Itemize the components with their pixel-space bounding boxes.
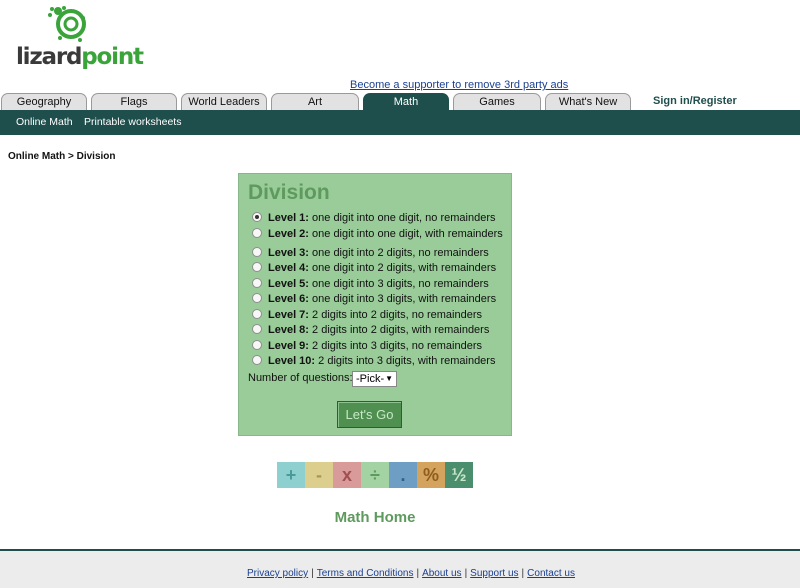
level-radio[interactable] — [252, 228, 262, 238]
footer-separator: | — [464, 568, 468, 579]
main-tabs: Geography Flags World Leaders Art Math G… — [0, 92, 800, 111]
terms-link[interactable]: Terms and Conditions — [317, 568, 414, 579]
level-description: one digit into 3 digits, with remainders — [312, 293, 497, 305]
level-radio[interactable] — [252, 340, 262, 350]
level-radio[interactable] — [252, 278, 262, 288]
addition-button[interactable]: + — [277, 462, 305, 488]
division-options-panel: Division Level 1: one digit into one dig… — [238, 173, 512, 436]
level-option[interactable]: Level 2: one digit into one digit, with … — [252, 227, 503, 241]
footer-links: Privacy policy | Terms and Conditions | Abou… — [247, 568, 575, 579]
supporter-link[interactable]: Become a supporter to remove 3rd party a… — [350, 79, 568, 91]
level-option[interactable]: Level 5: one digit into 3 digits, no rem… — [252, 277, 489, 291]
level-description: 2 digits into 3 digits, no remainders — [312, 340, 483, 352]
decimals-button[interactable]: . — [389, 462, 417, 488]
level-description: 2 digits into 2 digits, no remainders — [312, 309, 483, 321]
footer-separator: | — [311, 568, 314, 579]
level-radio[interactable] — [252, 293, 262, 303]
logo-text-point: point — [81, 44, 144, 70]
level-option[interactable]: Level 10: 2 digits into 3 digits, with r… — [252, 354, 495, 368]
privacy-policy-link[interactable]: Privacy policy — [247, 568, 308, 579]
level-name: Level 10: — [268, 355, 316, 367]
math-home-link[interactable]: Math Home — [0, 509, 750, 526]
num-questions-select[interactable]: -Pick- ▼ — [352, 371, 397, 387]
level-description: 2 digits into 3 digits, with remainders — [318, 355, 496, 367]
select-value: -Pick- — [356, 373, 385, 385]
subnav-online-math[interactable]: Online Math — [16, 116, 73, 128]
level-option[interactable]: Level 7: 2 digits into 2 digits, no rema… — [252, 308, 482, 322]
footer-separator: | — [521, 568, 525, 579]
operation-selector: + - x ÷ . % ½ — [277, 462, 473, 488]
level-name: Level 1: — [268, 212, 309, 224]
level-option[interactable]: Level 8: 2 digits into 2 digits, with re… — [252, 323, 489, 337]
level-description: 2 digits into 2 digits, with remainders — [312, 324, 490, 336]
level-name: Level 7: — [268, 309, 309, 321]
level-name: Level 5: — [268, 278, 309, 290]
subtraction-button[interactable]: - — [305, 462, 333, 488]
division-button[interactable]: ÷ — [361, 462, 389, 488]
level-name: Level 4: — [268, 262, 309, 274]
level-option[interactable]: Level 6: one digit into 3 digits, with r… — [252, 292, 496, 306]
support-us-link[interactable]: Support us — [470, 568, 518, 579]
chevron-down-icon: ▼ — [385, 374, 393, 383]
level-description: one digit into one digit, no remainders — [312, 212, 496, 224]
panel-title: Division — [248, 181, 330, 204]
math-subnav: Online Math Printable worksheets — [0, 110, 800, 135]
footer-separator: | — [416, 568, 420, 579]
tab-world-leaders[interactable]: World Leaders — [181, 93, 267, 110]
num-questions-label: Number of questions: — [248, 372, 353, 384]
level-description: one digit into 2 digits, with remainders — [312, 262, 497, 274]
about-us-link[interactable]: About us — [422, 568, 461, 579]
level-radio[interactable] — [252, 309, 262, 319]
level-option[interactable]: Level 4: one digit into 2 digits, with r… — [252, 261, 496, 275]
lizardpoint-logo[interactable]: lizardpoint — [14, 4, 144, 72]
subnav-printable-worksheets[interactable]: Printable worksheets — [84, 116, 181, 128]
percent-button[interactable]: % — [417, 462, 445, 488]
lizard-logo-icon — [48, 6, 86, 42]
logo-wordmark: lizardpoint — [16, 44, 144, 70]
level-radio[interactable] — [252, 324, 262, 334]
level-name: Level 9: — [268, 340, 309, 352]
level-radio[interactable] — [252, 262, 262, 272]
level-description: one digit into one digit, with remainder… — [312, 228, 503, 240]
level-radio[interactable] — [252, 247, 262, 257]
level-name: Level 6: — [268, 293, 309, 305]
level-name: Level 2: — [268, 228, 309, 240]
tab-art[interactable]: Art — [271, 93, 359, 110]
level-option[interactable]: Level 1: one digit into one digit, no re… — [252, 211, 495, 225]
contact-us-link[interactable]: Contact us — [527, 568, 575, 579]
multiplication-button[interactable]: x — [333, 462, 361, 488]
level-description: one digit into 2 digits, no remainders — [312, 247, 489, 259]
level-option[interactable]: Level 3: one digit into 2 digits, no rem… — [252, 246, 489, 260]
tab-geography[interactable]: Geography — [1, 93, 87, 110]
level-radio[interactable] — [252, 355, 262, 365]
level-name: Level 8: — [268, 324, 309, 336]
tab-whats-new[interactable]: What's New — [545, 93, 631, 110]
level-option[interactable]: Level 9: 2 digits into 3 digits, no rema… — [252, 339, 482, 353]
tab-math[interactable]: Math — [363, 93, 449, 111]
fractions-button[interactable]: ½ — [445, 462, 473, 488]
logo-text-lizard: lizard — [16, 44, 83, 70]
level-radio[interactable] — [252, 212, 262, 222]
tab-games[interactable]: Games — [453, 93, 541, 110]
tab-flags[interactable]: Flags — [91, 93, 177, 110]
lets-go-button[interactable]: Let's Go — [337, 401, 402, 428]
level-description: one digit into 3 digits, no remainders — [312, 278, 489, 290]
footer: Privacy policy | Terms and Conditions | Abou… — [0, 551, 800, 588]
breadcrumb: Online Math > Division — [8, 151, 116, 162]
signin-register-link[interactable]: Sign in/Register — [653, 95, 737, 107]
level-name: Level 3: — [268, 247, 309, 259]
